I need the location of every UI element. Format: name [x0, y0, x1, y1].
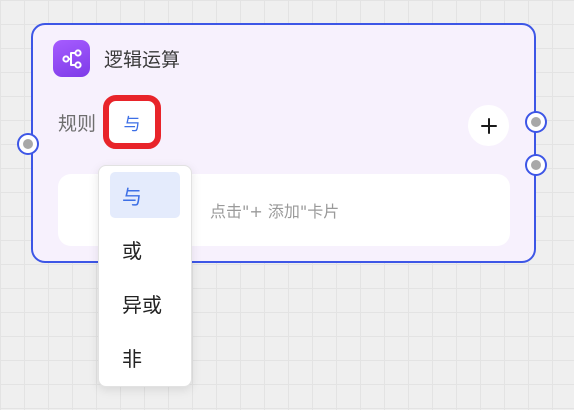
rule-label: 规则: [58, 113, 97, 135]
output-port-handle-false[interactable]: [527, 156, 545, 174]
operator-select-value: 与: [123, 114, 141, 135]
dropdown-option-and[interactable]: 与: [110, 172, 180, 218]
node-title: 逻辑运算: [104, 49, 181, 71]
card-area-hint: 点击"+ 添加"卡片: [210, 202, 340, 221]
add-card-button[interactable]: [468, 105, 509, 146]
dropdown-option-not[interactable]: 非: [110, 334, 180, 380]
operator-dropdown-menu: 与 或 异或 非: [98, 165, 192, 387]
dropdown-option-or[interactable]: 或: [110, 226, 180, 272]
input-port-handle[interactable]: [19, 135, 37, 153]
flow-branch-icon: [53, 40, 90, 77]
output-port-handle-true[interactable]: [527, 113, 545, 131]
dropdown-option-xor[interactable]: 异或: [110, 280, 180, 326]
operator-select[interactable]: 与: [103, 95, 161, 149]
plus-icon: [480, 117, 497, 134]
